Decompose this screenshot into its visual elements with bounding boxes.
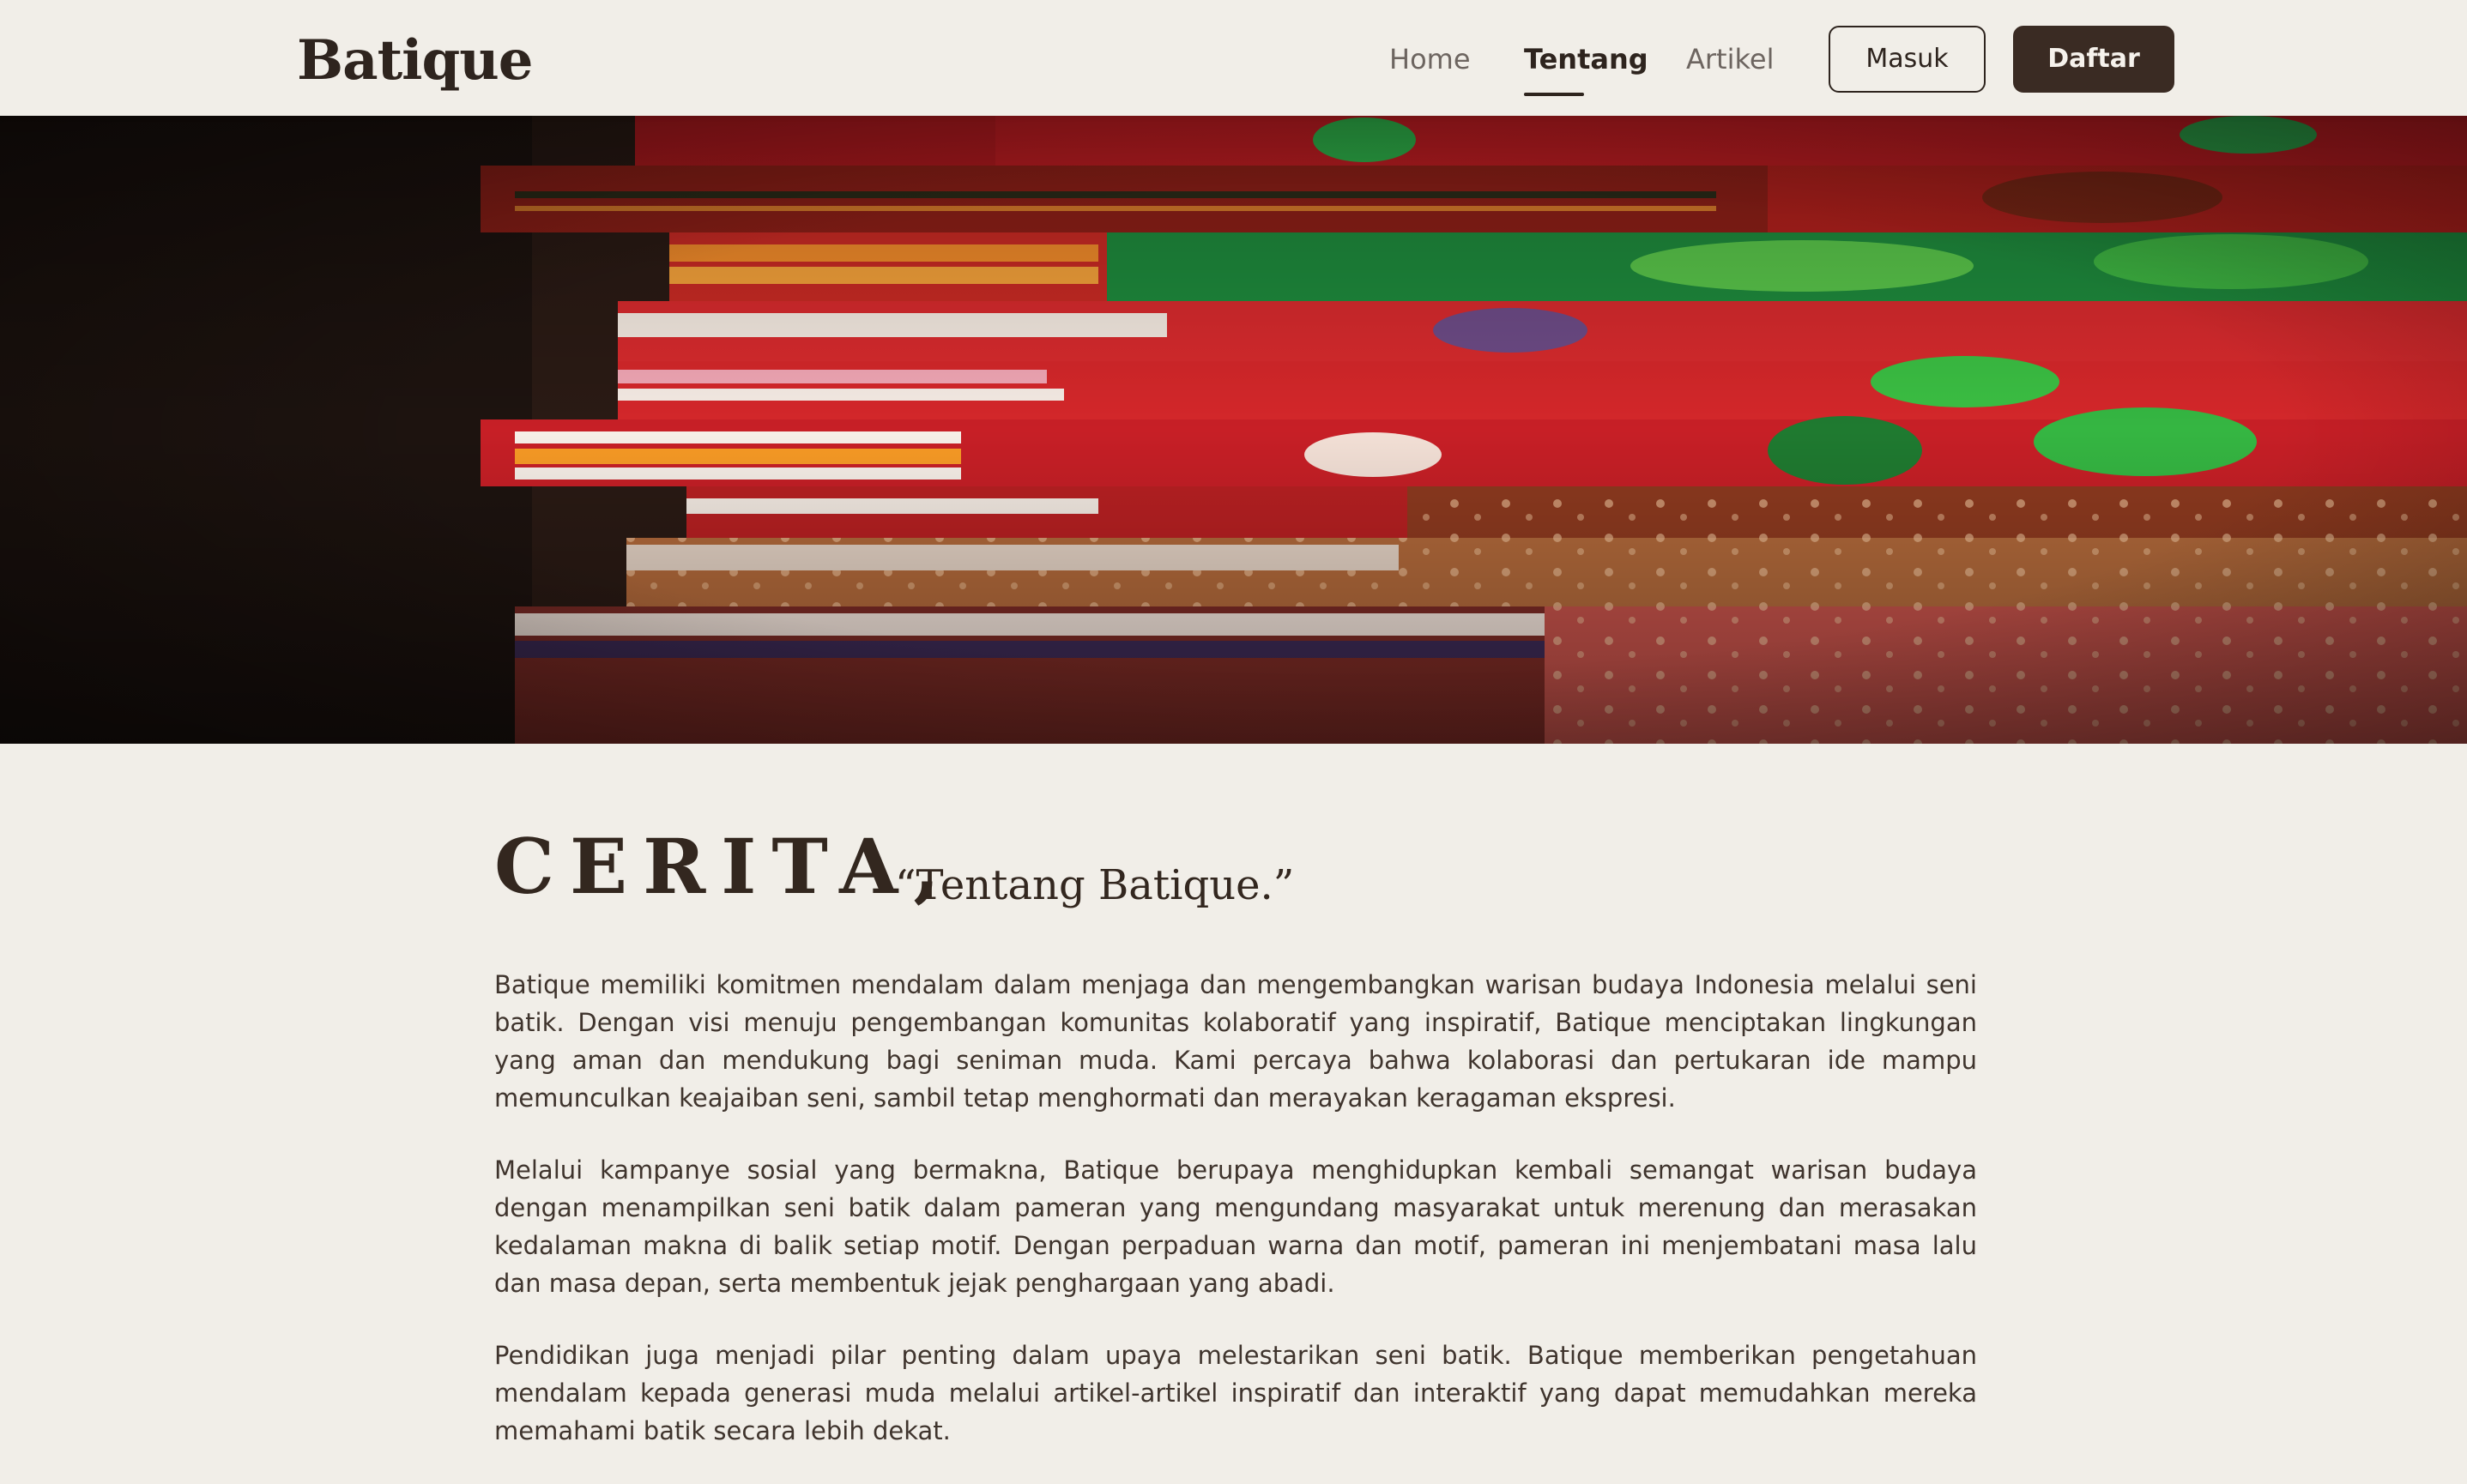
story-body: Batique memiliki komitmen mendalam dalam… [494,966,1977,1450]
brand-logo[interactable]: Batique [297,22,533,100]
story-section: CERITA, “Tentang Batique.” Batique memil… [494,819,1977,1484]
navbar: Batique Home Tentang Artikel Masuk Dafta… [0,0,2467,116]
page-subtitle: “Tentang Batique.” [895,861,1295,909]
nav-link-artikel[interactable]: Artikel [1686,38,1774,81]
story-paragraph: Melalui kampanye sosial yang bermakna, B… [494,1155,1977,1298]
page-title: CERITA, [494,822,955,911]
register-button[interactable]: Daftar [2013,26,2174,93]
nav-link-tentang[interactable]: Tentang [1524,38,1648,81]
story-heading: CERITA, “Tentang Batique.” [494,819,1977,914]
hero-batik-image [0,116,2467,744]
login-button[interactable]: Masuk [1829,26,1986,93]
active-nav-indicator [1524,93,1584,96]
story-paragraph: Batique memiliki komitmen mendalam dalam… [494,970,1977,1113]
story-paragraph: Pendidikan juga menjadi pilar penting da… [494,1341,1977,1445]
nav-link-home[interactable]: Home [1389,38,1471,81]
